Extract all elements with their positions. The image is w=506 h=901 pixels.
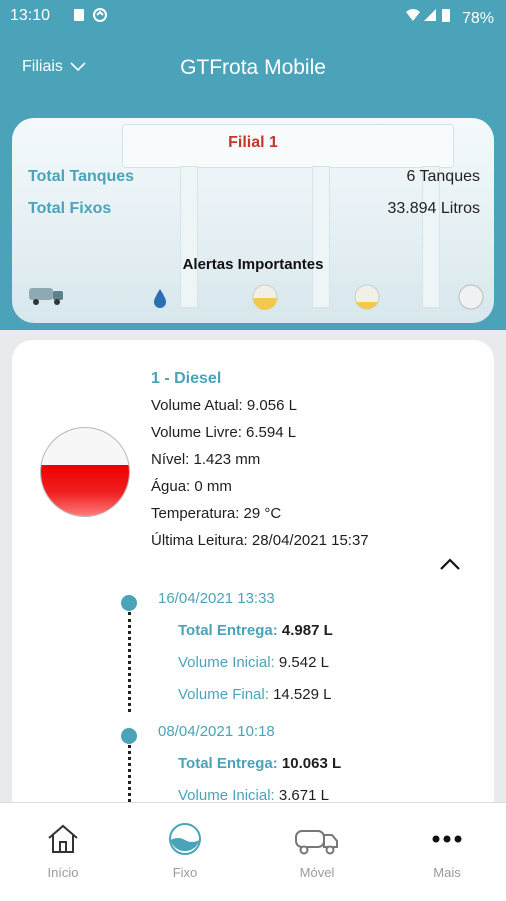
collapse-chevron-up-icon[interactable] xyxy=(438,554,462,577)
wifi-signal-battery-icon xyxy=(405,9,450,22)
delivery-total-label: Total Entrega: xyxy=(178,755,278,772)
tank-icon xyxy=(169,823,201,855)
volume-livre: Volume Livre: 6.594 L xyxy=(151,424,297,441)
delivery-total-label: Total Entrega: xyxy=(178,622,278,639)
nav-inicio-label: Início xyxy=(47,865,79,880)
branch-summary-card: Filial 1 Total Tanques 6 Tanques Total F… xyxy=(12,118,494,323)
delivery-volume-inicial: Volume Inicial: 9.542 L xyxy=(178,654,329,671)
temperatura: Temperatura: 29 °C xyxy=(151,505,282,522)
status-time: 13:10 xyxy=(10,7,51,24)
tank-name: 1 - Diesel xyxy=(151,370,222,387)
alerts-title: Alertas Importantes xyxy=(182,256,324,273)
delivery-total: Total Entrega: 10.063 L xyxy=(178,755,341,772)
volume-atual: Volume Atual: 9.056 L xyxy=(151,397,297,414)
alert-icons-row xyxy=(24,282,484,314)
total-tanques-label: Total Tanques xyxy=(28,168,135,185)
volume-final-label: Volume Final: xyxy=(178,686,269,703)
tank-level-gauge xyxy=(40,427,130,517)
empty-level-icon[interactable] xyxy=(458,284,484,315)
volume-inicial-label: Volume Inicial: xyxy=(178,654,275,671)
nav-fixo[interactable]: Fixo xyxy=(122,819,248,880)
agua: Água: 0 mm xyxy=(151,478,232,495)
notification-icons xyxy=(72,7,112,28)
level-alert-icon[interactable] xyxy=(252,284,278,315)
truck-alert-icon[interactable] xyxy=(28,282,66,311)
nav-movel-label: Móvel xyxy=(299,865,335,880)
notification-icon xyxy=(74,8,107,22)
timeline-line xyxy=(128,745,131,802)
delivery-total: Total Entrega: 4.987 L xyxy=(178,622,333,639)
nav-mais-label: Mais xyxy=(433,865,461,880)
water-drop-icon[interactable] xyxy=(152,288,168,313)
nav-fixo-label: Fixo xyxy=(172,865,198,880)
nav-movel[interactable]: Móvel xyxy=(254,819,380,880)
delivery-total-value: 4.987 L xyxy=(281,622,333,639)
status-right: 78% xyxy=(404,7,494,28)
nav-mais[interactable]: Mais xyxy=(384,819,506,880)
nav-inicio[interactable]: Início xyxy=(0,819,126,880)
timeline-line xyxy=(128,612,131,712)
total-tanques-value: 6 Tanques xyxy=(406,168,480,185)
ultima-leitura: Última Leitura: 28/04/2021 15:37 xyxy=(151,532,369,549)
total-fixos-label: Total Fixos xyxy=(28,200,112,217)
nivel: Nível: 1.423 mm xyxy=(151,451,261,468)
home-icon xyxy=(48,824,78,853)
volume-final-value: 14.529 L xyxy=(273,686,332,703)
level-low-icon[interactable] xyxy=(354,284,380,315)
timeline-dot xyxy=(121,728,137,744)
delivery-volume-final: Volume Final: 14.529 L xyxy=(178,686,331,703)
app-bar: Filiais GTFrota Mobile xyxy=(0,32,506,104)
more-icon xyxy=(432,835,462,843)
status-bar: 13:10 78% xyxy=(0,0,506,32)
bottom-navigation: Início Fixo Móvel Mais xyxy=(0,802,506,901)
branch-name: Filial 1 xyxy=(228,134,278,151)
timeline-dot xyxy=(121,595,137,611)
tank-fill xyxy=(41,464,129,516)
total-fixos-value: 33.894 Litros xyxy=(387,200,480,217)
volume-inicial-value: 9.542 L xyxy=(278,654,329,671)
truck-icon xyxy=(295,830,338,855)
app-title: GTFrota Mobile xyxy=(180,56,326,79)
delivery-total-value: 10.063 L xyxy=(281,755,342,772)
delivery-date: 16/04/2021 13:33 xyxy=(158,590,275,607)
battery-percent: 78% xyxy=(461,10,494,27)
delivery-date: 08/04/2021 10:18 xyxy=(158,723,275,740)
